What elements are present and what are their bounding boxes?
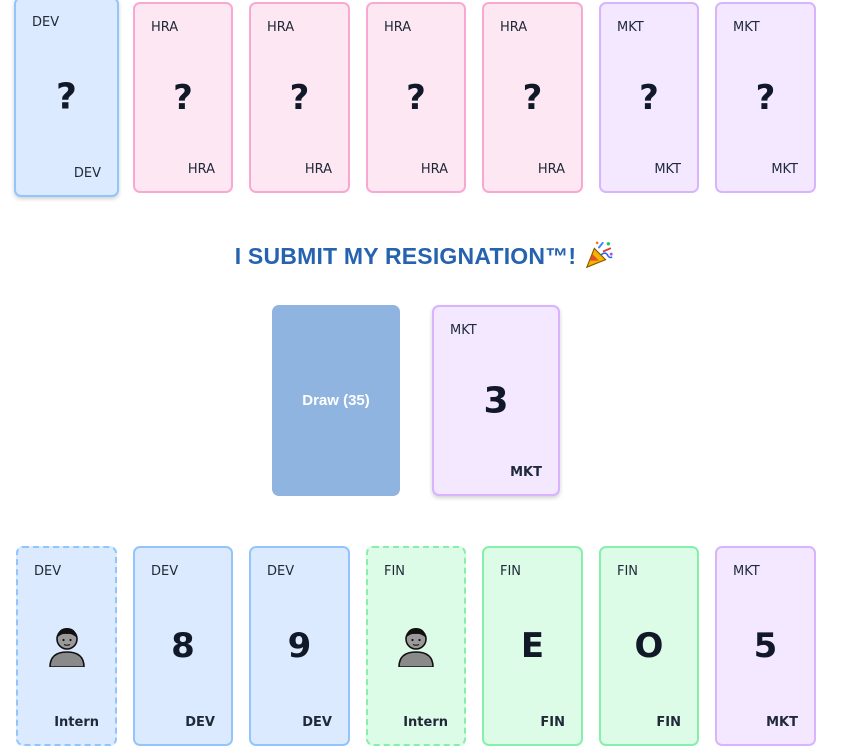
- card-dept-label: HRA: [151, 20, 179, 35]
- player-card-intern[interactable]: FIN Intern: [366, 546, 466, 746]
- card-hidden-face: ?: [56, 76, 77, 118]
- card-value: 9: [287, 626, 312, 666]
- card-hidden-face: ?: [639, 77, 659, 118]
- card-dept-label-bottom: HRA: [304, 162, 332, 177]
- player-card[interactable]: FIN O FIN: [599, 546, 699, 746]
- card-value: 3: [483, 380, 509, 421]
- card-dept-label-bottom: HRA: [187, 162, 215, 177]
- card-dept-label: HRA: [384, 20, 412, 35]
- status-text: I SUBMIT MY RESIGNATION™!: [234, 243, 577, 269]
- card-role-label: Intern: [54, 715, 99, 730]
- card-dept-label: MKT: [617, 20, 644, 35]
- card-role-label: Intern: [403, 715, 448, 730]
- card-dept-label-bottom: MKT: [654, 162, 681, 177]
- draw-pile-button[interactable]: Draw (35): [272, 305, 400, 496]
- card-dept-label: FIN: [617, 564, 639, 579]
- card-dept-label-bottom: HRA: [537, 162, 565, 177]
- card-value: O: [634, 626, 664, 666]
- card-hidden-face: ?: [755, 77, 776, 118]
- status-message: I SUBMIT MY RESIGNATION™!: [0, 240, 849, 270]
- intern-icon: [48, 628, 85, 667]
- discard-pile-card: MKT 3 MKT: [432, 305, 560, 496]
- opponent-card: MKT ? MKT: [599, 2, 699, 193]
- card-dept-label: DEV: [151, 564, 179, 579]
- card-hidden-face: ?: [289, 77, 310, 118]
- opponent-card: HRA ? HRA: [249, 2, 350, 193]
- card-dept-label: FIN: [384, 564, 406, 579]
- card-value: 8: [171, 626, 195, 666]
- card-dept-label: DEV: [32, 15, 60, 30]
- opponent-card: DEV ? DEV: [14, 0, 119, 197]
- card-dept-label-bottom: MKT: [766, 715, 798, 730]
- card-dept-label: DEV: [34, 564, 62, 579]
- card-dept-label: HRA: [500, 20, 528, 35]
- opponent-card: HRA ? HRA: [366, 2, 466, 193]
- party-popper-icon: [586, 241, 613, 269]
- player-card[interactable]: FIN E FIN: [482, 546, 583, 746]
- opponent-card: MKT ? MKT: [715, 2, 816, 193]
- card-dept-label-bottom: DEV: [302, 715, 332, 730]
- card-dept-label: MKT: [450, 323, 477, 338]
- card-value: 5: [753, 626, 778, 666]
- card-dept-label: DEV: [267, 564, 295, 579]
- card-hidden-face: ?: [522, 77, 543, 118]
- card-dept-label-bottom: DEV: [185, 715, 215, 730]
- card-dept-label-bottom: HRA: [420, 162, 448, 177]
- card-dept-label: MKT: [733, 564, 760, 579]
- opponent-card: HRA ? HRA: [133, 2, 233, 193]
- intern-icon: [398, 628, 434, 667]
- card-dept-label-bottom: MKT: [771, 162, 798, 177]
- opponent-card: HRA ? HRA: [482, 2, 583, 193]
- card-dept-label-bottom: DEV: [73, 166, 101, 181]
- card-value: E: [520, 626, 545, 666]
- card-dept-label: FIN: [500, 564, 522, 579]
- card-hidden-face: ?: [406, 77, 426, 118]
- player-card[interactable]: MKT 5 MKT: [715, 546, 816, 746]
- card-dept-label: MKT: [733, 20, 760, 35]
- player-card-intern[interactable]: DEV Intern: [16, 546, 117, 746]
- card-dept-label-bottom: FIN: [656, 715, 681, 730]
- card-dept-label-bottom: MKT: [510, 465, 542, 480]
- card-hidden-face: ?: [173, 77, 193, 118]
- card-dept-label-bottom: FIN: [540, 715, 565, 730]
- player-card[interactable]: DEV 9 DEV: [249, 546, 350, 746]
- player-card[interactable]: DEV 8 DEV: [133, 546, 233, 746]
- card-dept-label: HRA: [267, 20, 295, 35]
